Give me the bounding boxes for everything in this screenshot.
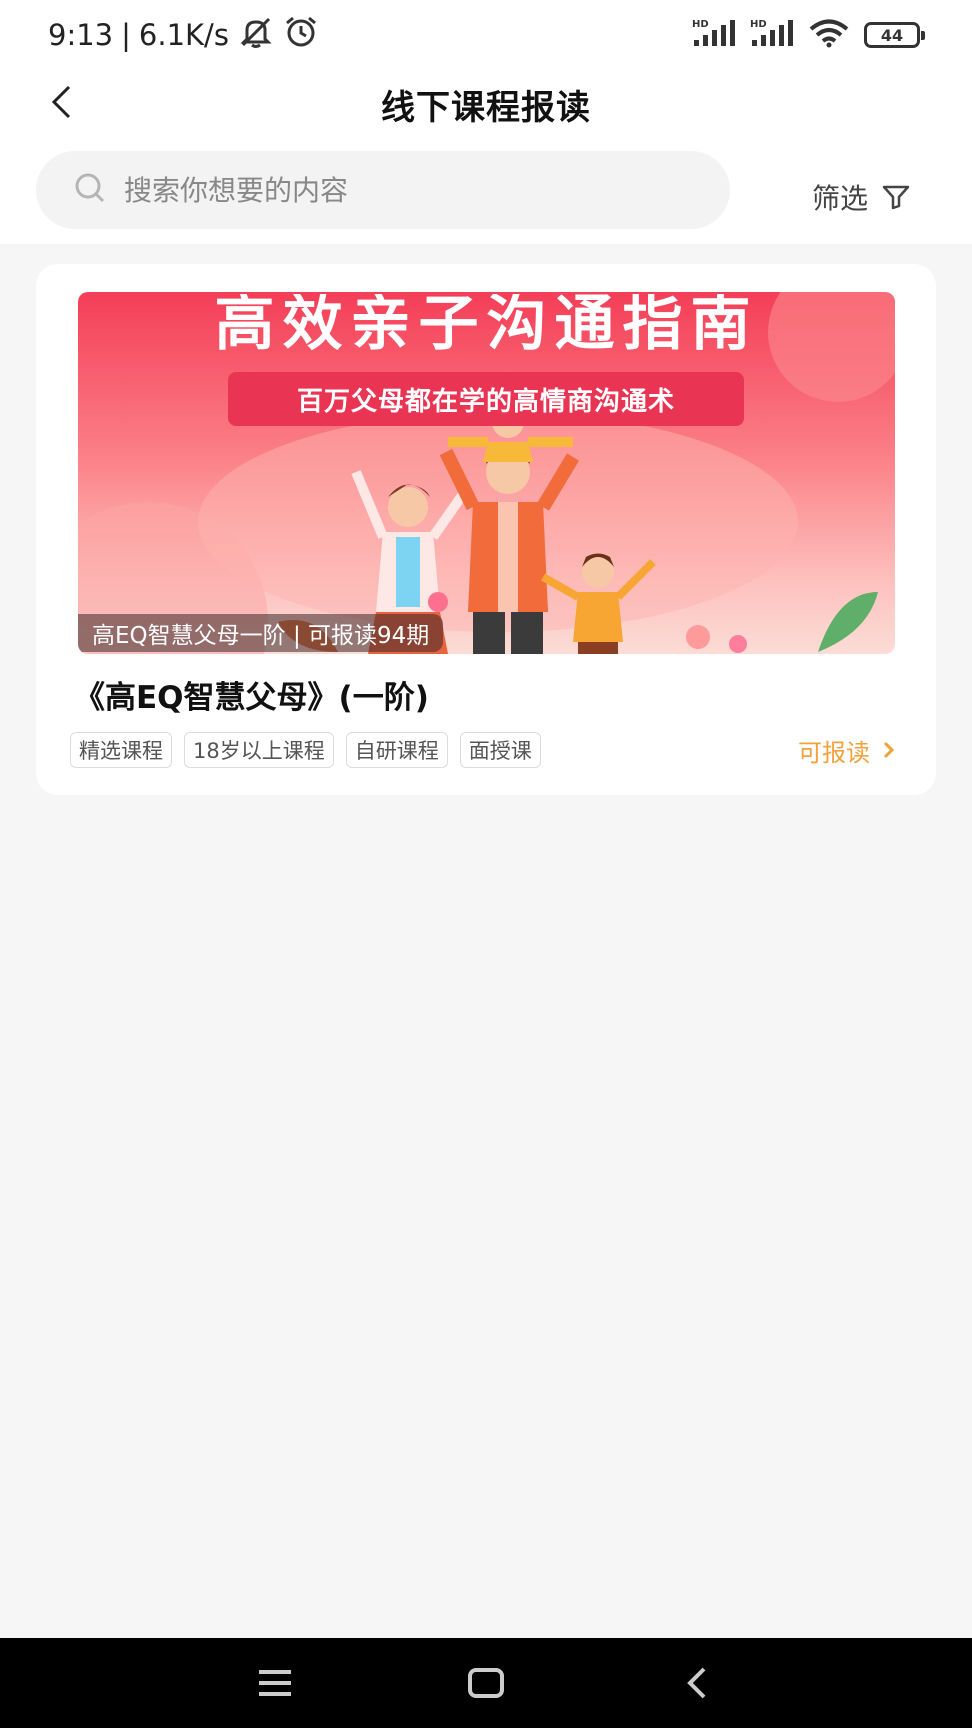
search-input[interactable] bbox=[124, 173, 684, 207]
mute-icon bbox=[237, 15, 275, 56]
tag-featured: 精选课程 bbox=[70, 732, 172, 768]
nav-back-button[interactable] bbox=[672, 1660, 722, 1706]
home-square-icon bbox=[468, 1668, 504, 1698]
signal-network-label-2: HD bbox=[750, 19, 767, 30]
filter-button[interactable]: 筛选 bbox=[812, 176, 910, 218]
course-card[interactable]: 高效亲子沟通指南 百万父母都在学的高情商沟通术 高EQ智慧父母一阶 | 可报读9… bbox=[36, 264, 936, 795]
nav-menu-button[interactable] bbox=[250, 1660, 300, 1706]
back-triangle-icon bbox=[687, 1667, 706, 1699]
banner-caption: 高EQ智慧父母一阶 | 可报读94期 bbox=[78, 614, 444, 652]
search-bar[interactable] bbox=[36, 151, 730, 229]
status-time: 9:13 bbox=[48, 18, 114, 52]
course-banner[interactable]: 高效亲子沟通指南 百万父母都在学的高情商沟通术 高EQ智慧父母一阶 | 可报读9… bbox=[78, 292, 895, 654]
banner-title: 高效亲子沟通指南 bbox=[214, 294, 759, 352]
status-network-speed: 6.1K/s bbox=[138, 18, 229, 52]
enroll-label: 可报读 bbox=[798, 738, 870, 767]
page-title: 线下课程报读 bbox=[381, 88, 591, 128]
course-tags: 精选课程 18岁以上课程 自研课程 面授课 bbox=[70, 732, 541, 768]
tag-age: 18岁以上课程 bbox=[184, 732, 334, 768]
course-title[interactable]: 《高EQ智慧父母》(一阶) bbox=[74, 672, 429, 717]
signal-network-label: HD bbox=[692, 19, 709, 30]
chevron-right-icon bbox=[883, 741, 895, 759]
filter-funnel-icon bbox=[882, 185, 910, 210]
status-left: 9:13 | 6.1K/s bbox=[48, 14, 319, 56]
battery-indicator: 44 bbox=[864, 22, 925, 48]
system-nav-bar bbox=[0, 1638, 972, 1728]
signal-icon-2: HD bbox=[750, 18, 794, 52]
filter-label: 筛选 bbox=[812, 182, 869, 215]
banner-subtitle: 百万父母都在学的高情商沟通术 bbox=[228, 372, 744, 426]
enroll-button[interactable]: 可报读 bbox=[798, 732, 896, 768]
status-separator: | bbox=[121, 18, 131, 52]
nav-home-button[interactable] bbox=[461, 1660, 511, 1706]
alarm-icon bbox=[283, 15, 319, 56]
status-bar: 9:13 | 6.1K/s HD HD 44 bbox=[0, 0, 972, 70]
wifi-icon bbox=[808, 18, 850, 52]
tag-in-person: 面授课 bbox=[459, 732, 541, 768]
header: 线下课程报读 bbox=[0, 70, 972, 136]
tag-self-developed: 自研课程 bbox=[345, 732, 448, 768]
status-right: HD HD 44 bbox=[692, 18, 925, 52]
search-icon bbox=[72, 170, 108, 210]
menu-icon bbox=[259, 1670, 291, 1696]
signal-icon: HD bbox=[692, 18, 736, 52]
